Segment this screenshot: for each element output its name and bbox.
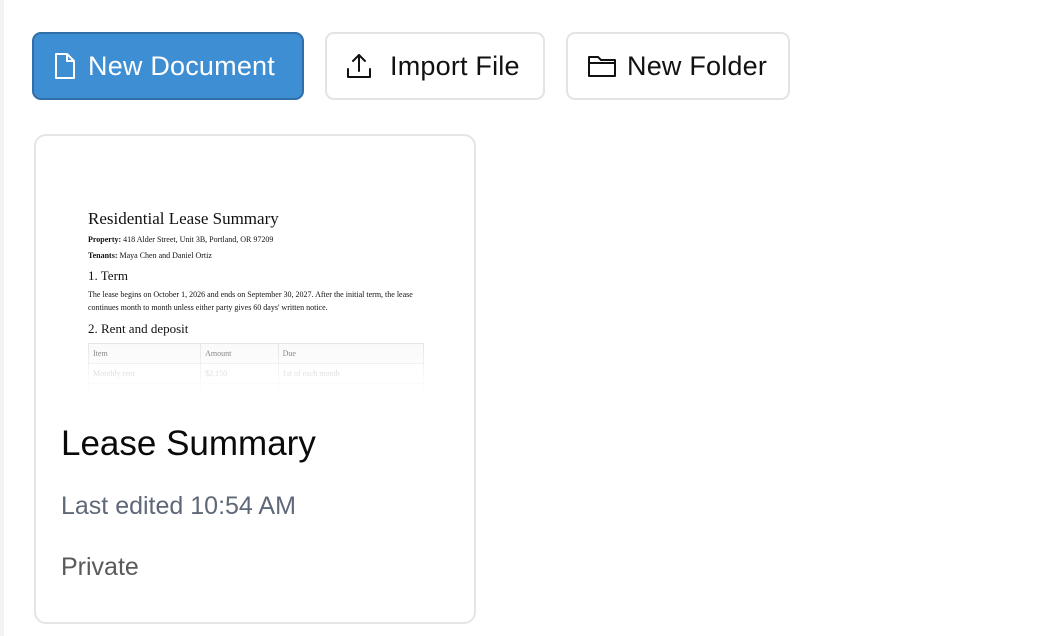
- preview-section-term: 1. Term: [88, 268, 129, 283]
- folder-icon: [587, 53, 617, 79]
- preview-heading: Residential Lease Summary: [88, 209, 279, 228]
- table-cell: [200, 383, 279, 400]
- preview-rent-table: Item Amount Due Monthly rent $2,150 1st …: [88, 343, 425, 400]
- new-folder-label: New Folder: [627, 50, 768, 81]
- file-icon: [53, 52, 77, 80]
- table-cell: 1st of each month: [277, 363, 425, 384]
- upload-icon: [345, 52, 373, 80]
- preview-property-value: 418 Alder Street, Unit 3B, Portland, OR …: [123, 235, 274, 244]
- table-cell: $2,150: [200, 363, 279, 384]
- table-header-cell: Due: [277, 343, 425, 364]
- new-document-button[interactable]: New Document: [32, 32, 304, 100]
- preview-term-text: The lease begins on October 1, 2026 and …: [88, 290, 413, 312]
- left-edge-strip: [0, 0, 4, 636]
- preview-section-rent: 2. Rent and deposit: [88, 321, 189, 336]
- table-row-faded: [88, 383, 425, 400]
- table-header-cell: Item: [88, 343, 202, 364]
- table-cell: [88, 383, 202, 400]
- table-cell: Monthly rent: [88, 363, 202, 384]
- import-file-label: Import File: [390, 50, 520, 81]
- table-header-row: Item Amount Due: [88, 343, 425, 364]
- privacy-status: Private: [61, 553, 139, 581]
- preview-tenants: Tenants: Maya Chen and Daniel Ortiz: [88, 251, 428, 261]
- last-edited-text: Last edited 10:54 AM: [61, 492, 296, 520]
- import-file-button[interactable]: Import File: [325, 32, 545, 100]
- preview-property-label: Property:: [88, 235, 122, 244]
- table-header-cell: Amount: [200, 343, 279, 364]
- new-folder-button[interactable]: New Folder: [566, 32, 790, 100]
- document-card[interactable]: Residential Lease Summary Property: 418 …: [34, 134, 476, 624]
- document-title: Lease Summary: [61, 424, 316, 463]
- preview-tenants-label: Tenants:: [88, 251, 118, 260]
- toolbar: New Document Import File New Folder: [32, 32, 790, 100]
- preview-property: Property: 418 Alder Street, Unit 3B, Por…: [88, 235, 428, 245]
- table-row: Monthly rent $2,150 1st of each month: [88, 363, 425, 384]
- new-document-label: New Document: [88, 50, 275, 81]
- document-preview: Residential Lease Summary Property: 418 …: [88, 200, 428, 400]
- table-cell: [277, 383, 425, 400]
- preview-tenants-value: Maya Chen and Daniel Ortiz: [119, 251, 212, 260]
